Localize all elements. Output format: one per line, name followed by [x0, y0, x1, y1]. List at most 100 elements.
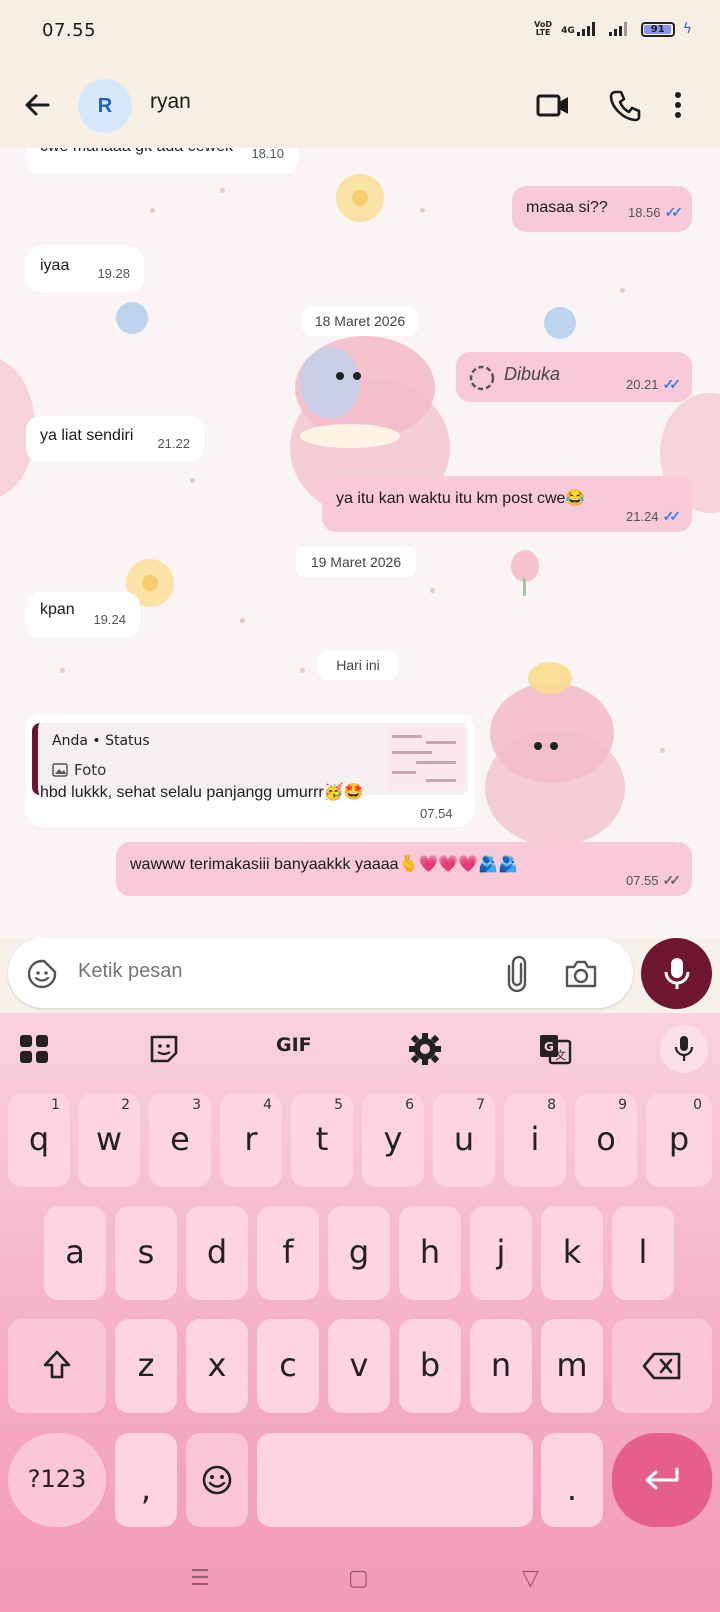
key-q[interactable]: 1q: [8, 1093, 70, 1187]
gif-button[interactable]: GIF: [276, 1025, 312, 1065]
translate-icon[interactable]: G 文: [538, 1029, 572, 1069]
emoji-icon: [202, 1465, 232, 1495]
more-options-icon[interactable]: [668, 86, 688, 124]
comma-key[interactable]: ,: [115, 1433, 177, 1527]
voice-record-button[interactable]: [641, 938, 712, 1009]
message-outgoing[interactable]: masaa si?? 18.56 ✓✓: [512, 186, 692, 232]
chat-header: R ryan: [0, 62, 720, 148]
sticker-icon[interactable]: [148, 1029, 180, 1069]
contact-name[interactable]: ryan: [150, 90, 191, 114]
message-input[interactable]: [78, 960, 478, 983]
delivered-ticks-icon: ✓✓: [662, 872, 682, 888]
date-chip: 18 Maret 2026: [302, 306, 418, 336]
date-chip: Hari ini: [318, 650, 398, 680]
reply-type: Foto: [52, 761, 106, 779]
sticker-icon[interactable]: [26, 958, 58, 990]
key-g[interactable]: g: [328, 1206, 390, 1300]
key-m[interactable]: m: [541, 1319, 603, 1413]
shift-key[interactable]: [8, 1319, 106, 1413]
message-time: 18.10: [251, 148, 284, 161]
keyboard: GIF G 文 1q 2w 3e 4r 5t 6y 7u 8i 9o 0p a …: [0, 1013, 720, 1612]
date-chip: 19 Maret 2026: [296, 547, 416, 577]
signal-icon-2: [608, 22, 627, 36]
key-z[interactable]: z: [115, 1319, 177, 1413]
settings-icon[interactable]: [408, 1029, 442, 1069]
space-key[interactable]: [257, 1433, 533, 1527]
elephant-wallpaper-icon-2: [485, 662, 625, 846]
reply-author: Anda • Status: [52, 733, 150, 749]
recent-apps-icon[interactable]: ☰: [190, 1566, 210, 1591]
key-a[interactable]: a: [44, 1206, 106, 1300]
battery-icon: 91: [640, 21, 675, 37]
network-type: 4G: [561, 26, 575, 36]
navigation-bar: ☰ ▢ ▽: [0, 1548, 720, 1612]
message-time: 19.24: [93, 612, 126, 627]
key-h[interactable]: h: [399, 1206, 461, 1300]
message-incoming[interactable]: kpan 19.24: [26, 592, 140, 638]
key-s[interactable]: s: [115, 1206, 177, 1300]
message-time: 19.28: [97, 266, 130, 281]
attach-icon[interactable]: [506, 956, 528, 992]
key-k[interactable]: k: [541, 1206, 603, 1300]
video-call-icon[interactable]: [534, 86, 572, 124]
key-c[interactable]: c: [257, 1319, 319, 1413]
message-text: cwe manaaa gk ada cewek: [40, 148, 233, 156]
microphone-icon: [664, 958, 690, 989]
key-v[interactable]: v: [328, 1319, 390, 1413]
chat-area[interactable]: cwe manaaa gk ada cewek 18.10 masaa si??…: [0, 148, 720, 938]
message-input-bar[interactable]: [8, 938, 633, 1008]
key-e[interactable]: 3e: [149, 1093, 211, 1187]
key-t[interactable]: 5t: [291, 1093, 353, 1187]
message-incoming[interactable]: cwe manaaa gk ada cewek 18.10: [26, 148, 298, 174]
apps-grid-icon[interactable]: [18, 1029, 50, 1069]
message-view-once[interactable]: Dibuka 20.21 ✓✓: [456, 352, 692, 402]
svg-text:文: 文: [555, 1048, 566, 1062]
back-icon[interactable]: ▽: [522, 1566, 539, 1591]
view-once-icon: [469, 365, 495, 391]
reply-type-label: Foto: [74, 761, 107, 779]
status-icons: VoD LTE 4G 91 ϟ: [533, 21, 692, 38]
key-r[interactable]: 4r: [220, 1093, 282, 1187]
message-outgoing[interactable]: wawww terimakasiii banyaakkk yaaaa🫰💗💗💗🫂🫂…: [116, 842, 692, 896]
message-text: hbd lukkk, sehat selalu panjangg umurrr🥳…: [40, 784, 364, 801]
message-incoming[interactable]: ya liat sendiri 21.22: [26, 416, 204, 462]
symbols-key[interactable]: ?123: [8, 1433, 106, 1527]
message-meta: 21.24 ✓✓: [625, 508, 681, 524]
emoji-key[interactable]: [186, 1433, 248, 1527]
message-outgoing[interactable]: ya itu kan waktu itu km post cwe😂 21.24 ✓…: [322, 476, 692, 532]
key-j[interactable]: j: [470, 1206, 532, 1300]
status-bar: 07.55 VoD LTE 4G 91 ϟ: [0, 0, 720, 62]
flower-icon-4: [544, 307, 576, 339]
camera-icon[interactable]: [564, 958, 598, 990]
phone-icon[interactable]: [606, 86, 644, 124]
message-time: 07.54: [420, 806, 453, 821]
key-w[interactable]: 2w: [78, 1093, 140, 1187]
message-text: iyaa: [40, 257, 70, 274]
key-f[interactable]: f: [257, 1206, 319, 1300]
key-l[interactable]: l: [612, 1206, 674, 1300]
shift-icon: [43, 1350, 71, 1379]
back-arrow-icon[interactable]: [18, 85, 58, 125]
message-text: masaa si??: [526, 199, 608, 216]
message-incoming[interactable]: iyaa 19.28: [26, 246, 144, 292]
key-d[interactable]: d: [186, 1206, 248, 1300]
enter-key[interactable]: [612, 1433, 712, 1527]
key-u[interactable]: 7u: [433, 1093, 495, 1187]
key-x[interactable]: x: [186, 1319, 248, 1413]
message-text: ya itu kan waktu itu km post cwe😂: [336, 490, 586, 507]
key-i[interactable]: 8i: [504, 1093, 566, 1187]
key-b[interactable]: b: [399, 1319, 461, 1413]
message-text: wawww terimakasiii banyaakkk yaaaa🫰💗💗💗🫂🫂: [130, 856, 519, 873]
key-o[interactable]: 9o: [575, 1093, 637, 1187]
key-n[interactable]: n: [470, 1319, 532, 1413]
flower-icon-3: [116, 302, 148, 334]
period-key[interactable]: .: [541, 1433, 603, 1527]
charging-icon: ϟ: [682, 21, 692, 37]
voice-typing-button[interactable]: [660, 1025, 708, 1073]
key-y[interactable]: 6y: [362, 1093, 424, 1187]
home-icon[interactable]: ▢: [348, 1566, 369, 1591]
backspace-icon: [642, 1352, 681, 1380]
avatar[interactable]: R: [78, 79, 132, 133]
key-p[interactable]: 0p: [646, 1093, 712, 1187]
backspace-key[interactable]: [612, 1319, 712, 1413]
